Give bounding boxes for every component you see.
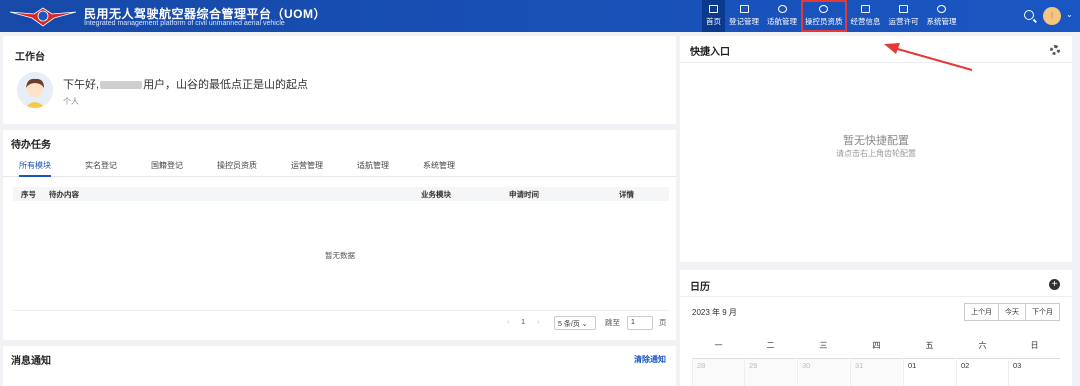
next-month-button[interactable]: 下个月 [1025,303,1060,321]
current-page[interactable]: 1 [521,317,525,331]
tab-real-name[interactable]: 实名登记 [85,160,117,177]
tab-operations[interactable]: 运营管理 [291,160,323,177]
today-button[interactable]: 今天 [998,303,1026,321]
nav-label: 首页 [706,17,721,26]
gear-icon[interactable] [1050,45,1060,55]
greeting-prefix: 下午好, [63,79,100,91]
tab-all-modules[interactable]: 所有模块 [19,160,51,177]
calendar-day[interactable]: 03 [1008,358,1060,386]
calendar-nav: 上个月 今天 下个月 [964,303,1060,321]
col-content: 待办内容 [49,190,79,199]
todo-tabs: 所有模块 实名登记 国籍登记 操控员资质 运营管理 适航管理 系统管理 [19,160,489,177]
nav-home[interactable]: 首页 [702,0,725,32]
prev-page-icon[interactable]: ‹ [507,317,510,331]
workbench-title: 工作台 [15,52,45,63]
nav-airworthiness[interactable]: 适航管理 [763,0,801,32]
nav-business-info[interactable]: 经营信息 [847,0,885,32]
todo-title: 待办任务 [11,140,51,151]
drone-icon [777,5,787,13]
calendar-month: 2023 年 9 月 [692,308,737,317]
weekday-label: 二 [766,341,775,350]
goto-input[interactable]: 1 [627,316,653,330]
quick-divider [680,62,1072,63]
app-subtitle: Integrated management platform of civil … [84,20,285,27]
nav-label: 操控员资质 [805,17,843,26]
next-page-icon[interactable]: › [537,317,540,331]
col-detail: 详情 [619,190,634,199]
weekday-label: 日 [1030,341,1039,350]
top-bar: 民用无人驾驶航空器综合管理平台（UOM） Integrated manageme… [0,0,1080,32]
quick-empty-title: 暂无快捷配置 [843,135,909,147]
settings-icon [937,5,946,13]
prev-month-button[interactable]: 上个月 [964,303,999,321]
calendar-card: 日历 + 2023 年 9 月 上个月 今天 下个月 一 二 三 四 五 六 日… [680,270,1072,386]
caac-logo [9,7,77,27]
nav-label: 适航管理 [767,17,797,26]
pager-divider [13,310,669,311]
quick-title: 快捷入口 [690,47,730,58]
goto-label: 跳至 [605,318,620,327]
calendar-day[interactable]: 28 [692,358,744,386]
page-size-select[interactable]: 5 条/页 ⌄ [554,316,596,330]
col-time: 申请时间 [509,190,539,199]
redacted-username [100,81,143,90]
table-header: 序号 待办内容 业务模块 申请时间 详情 [13,187,669,201]
greeting-suffix: 用户，山谷的最低点正是山的起点 [143,79,309,91]
screen-icon [861,5,870,13]
page-unit: 页 [659,318,667,327]
page-size-value: 5 条/页 [558,321,580,328]
nav-system-management[interactable]: 系统管理 [923,0,961,32]
monitor-icon [709,5,718,13]
tab-operator[interactable]: 操控员资质 [217,160,257,177]
notify-title: 消息通知 [11,356,51,367]
nav-label: 经营信息 [850,17,881,26]
notify-card: 消息通知 清除通知 [3,346,676,386]
nav-label: 运营许可 [888,17,919,26]
add-event-button[interactable]: + [1049,279,1060,290]
main-nav: 首页 登记管理 适航管理 操控员资质 经营信息 运营许可 系统管理 [702,0,961,32]
tab-system[interactable]: 系统管理 [423,160,455,177]
greeting-text: 下午好, 用户，山谷的最低点正是山的起点 [63,76,308,92]
weekday-label: 三 [819,341,828,350]
tab-airworthiness[interactable]: 适航管理 [357,160,389,177]
col-index: 序号 [21,190,36,199]
weekday-label: 一 [714,341,723,350]
tab-nationality[interactable]: 国籍登记 [151,160,183,177]
workbench-card: 工作台 下午好, 用户，山谷的最低点正是山的起点 个人 [3,36,676,124]
user-role: 个人 [63,97,79,106]
quick-entry-card: 快捷入口 暂无快捷配置 请点击右上角齿轮配置 [680,36,1072,262]
quick-empty-hint: 请点击右上角齿轮配置 [836,149,916,158]
shield-icon [819,5,829,13]
document-icon [739,5,749,13]
nav-registration[interactable]: 登记管理 [725,0,763,32]
weekday-label: 四 [872,341,881,350]
user-avatar[interactable]: ! [1043,7,1061,25]
calendar-day[interactable]: 02 [956,358,1008,386]
nav-label: 系统管理 [926,17,957,26]
nav-operator-qualification[interactable]: 操控员资质 [801,0,847,32]
nav-operation-license[interactable]: 运营许可 [885,0,923,32]
calendar-title: 日历 [690,282,710,293]
calendar-divider [680,296,1072,297]
empty-state: 暂无数据 [325,251,355,260]
clear-notifications-link[interactable]: 清除通知 [634,354,666,365]
weekday-label: 五 [925,341,934,350]
chevron-down-icon[interactable]: ⌄ [1066,10,1073,19]
calendar-day[interactable]: 31 [850,358,902,386]
user-portrait [17,72,53,108]
nav-label: 登记管理 [729,17,759,26]
calendar-day[interactable]: 29 [744,358,796,386]
calendar-day[interactable]: 01 [903,358,955,386]
col-module: 业务模块 [421,190,451,199]
certificate-icon [899,5,908,13]
weekday-label: 六 [978,341,987,350]
search-icon[interactable] [1024,10,1034,20]
calendar-day[interactable]: 30 [797,358,849,386]
todo-card: 待办任务 所有模块 实名登记 国籍登记 操控员资质 运营管理 适航管理 系统管理… [3,130,676,340]
